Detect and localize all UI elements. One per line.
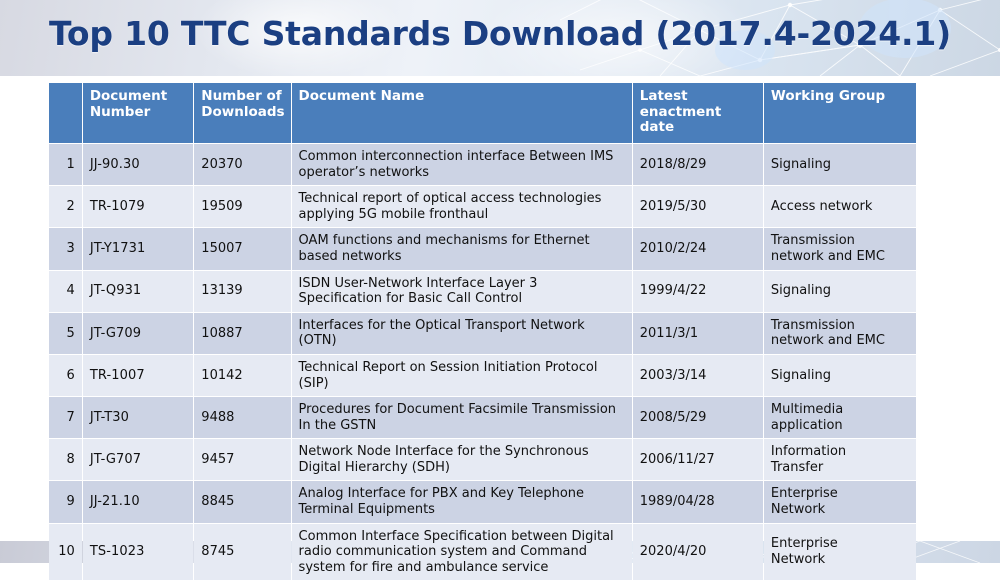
- table-cell-date: 2006/11/27: [632, 439, 763, 481]
- table-cell-date: 2019/5/30: [632, 186, 763, 228]
- table-cell-working-group: Access network: [763, 186, 916, 228]
- table-cell-index: 6: [49, 354, 82, 397]
- table-row: 9 JJ-21.10 8845 Analog Interface for PBX an…: [49, 481, 916, 523]
- table-cell-downloads: 10142: [194, 354, 291, 397]
- table-cell-downloads: 13139: [194, 270, 291, 312]
- table-cell-document-number: JT-Y1731: [82, 228, 194, 270]
- table-cell-downloads: 8745: [194, 523, 291, 581]
- table-cell-document-name: OAM functions and mechanisms for Etherne…: [291, 228, 632, 270]
- table-cell-document-name: Analog Interface for PBX and Key Telepho…: [291, 481, 632, 523]
- table-cell-working-group: Multimedia application: [763, 397, 916, 439]
- table-header-row: Document Number Number of Downloads Docu…: [49, 83, 916, 143]
- table-cell-working-group: Transmission network and EMC: [763, 228, 916, 270]
- table-row: 4 JT-Q931 13139 ISDN User-Network Interface…: [49, 270, 916, 312]
- table-cell-document-number: TR-1007: [82, 354, 194, 397]
- table-cell-downloads: 9488: [194, 397, 291, 439]
- table-row: 2 TR-1079 19509 Technical report of optical…: [49, 186, 916, 228]
- table-cell-document-name: Common interconnection interface Between…: [291, 143, 632, 186]
- table-cell-date: 2011/3/1: [632, 312, 763, 354]
- table-cell-working-group: Transmission network and EMC: [763, 312, 916, 354]
- table-cell-document-number: JT-G709: [82, 312, 194, 354]
- table-cell-document-number: JT-T30: [82, 397, 194, 439]
- table-cell-document-name: Common Interface Specification between D…: [291, 523, 632, 581]
- table-cell-index: 1: [49, 143, 82, 186]
- table-cell-document-number: JJ-90.30: [82, 143, 194, 186]
- table-cell-index: 10: [49, 523, 82, 581]
- table-cell-downloads: 20370: [194, 143, 291, 186]
- page-title: Top 10 TTC Standards Download (2017.4-20…: [49, 14, 951, 53]
- table-row: 7 JT-T30 9488 Procedures for Document Facsi…: [49, 397, 916, 439]
- table-row: 5 JT-G709 10887 Interfaces for the Optical …: [49, 312, 916, 354]
- table-row: 8 JT-G707 9457 Network Node Interface for t…: [49, 439, 916, 481]
- table-cell-index: 7: [49, 397, 82, 439]
- table-header: Document Number Number of Downloads Docu…: [49, 83, 916, 143]
- table-cell-document-number: JT-G707: [82, 439, 194, 481]
- table-cell-index: 3: [49, 228, 82, 270]
- table-cell-date: 1989/04/28: [632, 481, 763, 523]
- table-cell-date: 2020/4/20: [632, 523, 763, 581]
- table-cell-document-number: TS-1023: [82, 523, 194, 581]
- table-cell-date: 1999/4/22: [632, 270, 763, 312]
- table-cell-working-group: Signaling: [763, 143, 916, 186]
- table-cell-downloads: 10887: [194, 312, 291, 354]
- table-cell-document-name: ISDN User-Network Interface Layer 3 Spec…: [291, 270, 632, 312]
- table-cell-working-group: Enterprise Network: [763, 523, 916, 581]
- table-cell-working-group: Enterprise Network: [763, 481, 916, 523]
- table-cell-downloads: 8845: [194, 481, 291, 523]
- column-header-latest-enactment-date: Latest enactment date: [632, 83, 763, 143]
- table-cell-document-number: JJ-21.10: [82, 481, 194, 523]
- table-cell-working-group: Information Transfer: [763, 439, 916, 481]
- table-cell-working-group: Signaling: [763, 270, 916, 312]
- table-cell-document-number: TR-1079: [82, 186, 194, 228]
- table-row: 3 JT-Y1731 15007 OAM functions and mechanis…: [49, 228, 916, 270]
- column-header-number-of-downloads: Number of Downloads: [194, 83, 291, 143]
- table-cell-date: 2003/3/14: [632, 354, 763, 397]
- standards-table: Document Number Number of Downloads Docu…: [48, 82, 917, 581]
- table-cell-downloads: 15007: [194, 228, 291, 270]
- column-header-document-name: Document Name: [291, 83, 632, 143]
- table-cell-working-group: Signaling: [763, 354, 916, 397]
- table-row: 1 JJ-90.30 20370 Common interconnection int…: [49, 143, 916, 186]
- column-header-document-number: Document Number: [82, 83, 194, 143]
- table-row: 6 TR-1007 10142 Technical Report on Session…: [49, 354, 916, 397]
- table-cell-document-name: Interfaces for the Optical Transport Net…: [291, 312, 632, 354]
- table-body: 1 JJ-90.30 20370 Common interconnection int…: [49, 143, 916, 581]
- table-cell-downloads: 19509: [194, 186, 291, 228]
- table-cell-index: 9: [49, 481, 82, 523]
- table-cell-index: 4: [49, 270, 82, 312]
- table-cell-document-name: Technical report of optical access techn…: [291, 186, 632, 228]
- table-cell-document-name: Network Node Interface for the Synchrono…: [291, 439, 632, 481]
- table-cell-index: 5: [49, 312, 82, 354]
- table-cell-date: 2010/2/24: [632, 228, 763, 270]
- table-cell-document-name: Procedures for Document Facsimile Transm…: [291, 397, 632, 439]
- table-cell-index: 2: [49, 186, 82, 228]
- table-cell-document-name: Technical Report on Session Initiation P…: [291, 354, 632, 397]
- table-cell-downloads: 9457: [194, 439, 291, 481]
- column-header-working-group: Working Group: [763, 83, 916, 143]
- table-cell-date: 2008/5/29: [632, 397, 763, 439]
- table-cell-document-number: JT-Q931: [82, 270, 194, 312]
- table-cell-index: 8: [49, 439, 82, 481]
- standards-table-container: Document Number Number of Downloads Docu…: [48, 82, 917, 581]
- table-row: 10 TS-1023 8745 Common Interface Specificat…: [49, 523, 916, 581]
- table-cell-date: 2018/8/29: [632, 143, 763, 186]
- column-header-index: [49, 83, 82, 143]
